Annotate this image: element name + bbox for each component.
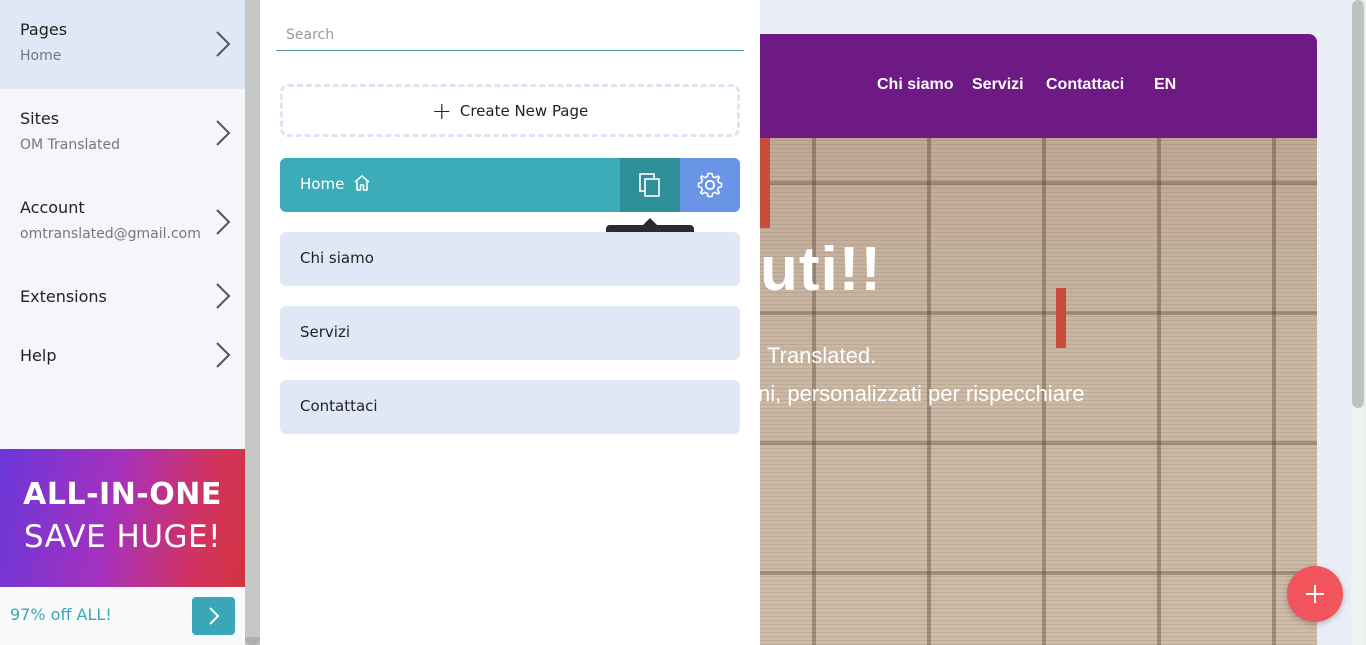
chevron-right-icon — [208, 607, 219, 625]
site-nav-link[interactable]: Contattaci — [1046, 76, 1124, 94]
chevron-right-icon — [212, 340, 234, 370]
sidebar-item-help[interactable]: Help — [0, 326, 245, 385]
home-icon — [352, 173, 372, 193]
sidebar-item-subtitle: OM Translated — [20, 137, 121, 153]
clone-page-button[interactable] — [620, 158, 680, 212]
page-row-label: Servizi — [300, 323, 351, 341]
gear-icon — [697, 172, 723, 198]
site-preview: Chi siamo Servizi Contattaci EN uti!! Tr… — [760, 34, 1317, 645]
hero-title: uti!! — [760, 235, 883, 304]
scrollbar-thumb[interactable] — [1352, 0, 1364, 408]
plus-icon: + — [431, 96, 452, 125]
sidebar-item-title: Sites — [20, 109, 60, 128]
hero-description: ni, personalizzati per rispecchiare — [760, 381, 1085, 406]
sidebar-item-title: Extensions — [20, 287, 107, 306]
copy-icon — [639, 173, 660, 197]
page-row-label: Chi siamo — [300, 249, 374, 267]
chevron-right-icon — [212, 281, 234, 311]
sidebar-item-subtitle: Home — [20, 48, 62, 64]
chevron-right-icon — [212, 207, 234, 237]
sidebar-item-title: Pages — [20, 20, 68, 39]
chevron-right-icon — [212, 118, 234, 148]
site-nav-link[interactable]: Servizi — [972, 76, 1024, 94]
page-row-chi-siamo[interactable]: Chi siamo — [280, 232, 740, 286]
create-new-page-label: Create New Page — [459, 101, 589, 120]
sidebar-item-extensions[interactable]: Extensions — [0, 267, 245, 326]
search-input[interactable] — [276, 20, 744, 51]
page-row-contattaci[interactable]: Contattaci — [280, 380, 740, 434]
page-row-servizi[interactable]: Servizi — [280, 306, 740, 360]
promo-go-button[interactable] — [192, 597, 235, 635]
add-button[interactable] — [1287, 566, 1343, 622]
sidebar-item-subtitle: omtranslated@gmail.com — [20, 226, 201, 242]
create-new-page-button[interactable]: + Create New Page — [280, 84, 740, 137]
sidebar-item-account[interactable]: Account omtranslated@gmail.com — [0, 178, 245, 267]
site-nav-bar: Chi siamo Servizi Contattaci EN — [760, 34, 1317, 138]
sidebar-item-title: Account — [20, 198, 85, 217]
promo-headline: ALL-IN-ONE — [23, 477, 222, 512]
plus-icon — [1306, 585, 1324, 603]
promo-banner[interactable]: ALL-IN-ONE SAVE HUGE! — [0, 449, 245, 587]
main-sidebar: Pages Home Sites OM Translated Account o… — [0, 0, 245, 645]
promo-footer: 97% off ALL! — [0, 587, 245, 645]
pages-panel: + Create New Page Home Clone Page Chi si… — [260, 0, 760, 645]
promo-footer-text: 97% off ALL! — [10, 605, 112, 624]
page-row-home[interactable]: Home — [280, 158, 740, 212]
sidebar-item-sites[interactable]: Sites OM Translated — [0, 89, 245, 178]
panel-divider — [245, 0, 260, 645]
page-row-label: Home — [300, 175, 345, 193]
site-nav-link[interactable]: Chi siamo — [877, 76, 953, 94]
page-settings-button[interactable] — [680, 158, 740, 212]
hero-subtitle: Translated. — [767, 343, 877, 368]
promo-subheadline: SAVE HUGE! — [23, 519, 222, 555]
page-row-label: Contattaci — [300, 397, 378, 415]
site-language-link[interactable]: EN — [1154, 76, 1176, 94]
sidebar-item-title: Help — [20, 346, 57, 365]
hero-section: uti!! Translated. ni, personalizzati per… — [760, 138, 1317, 645]
sidebar-item-pages[interactable]: Pages Home — [0, 0, 245, 89]
chevron-right-icon — [212, 29, 234, 59]
